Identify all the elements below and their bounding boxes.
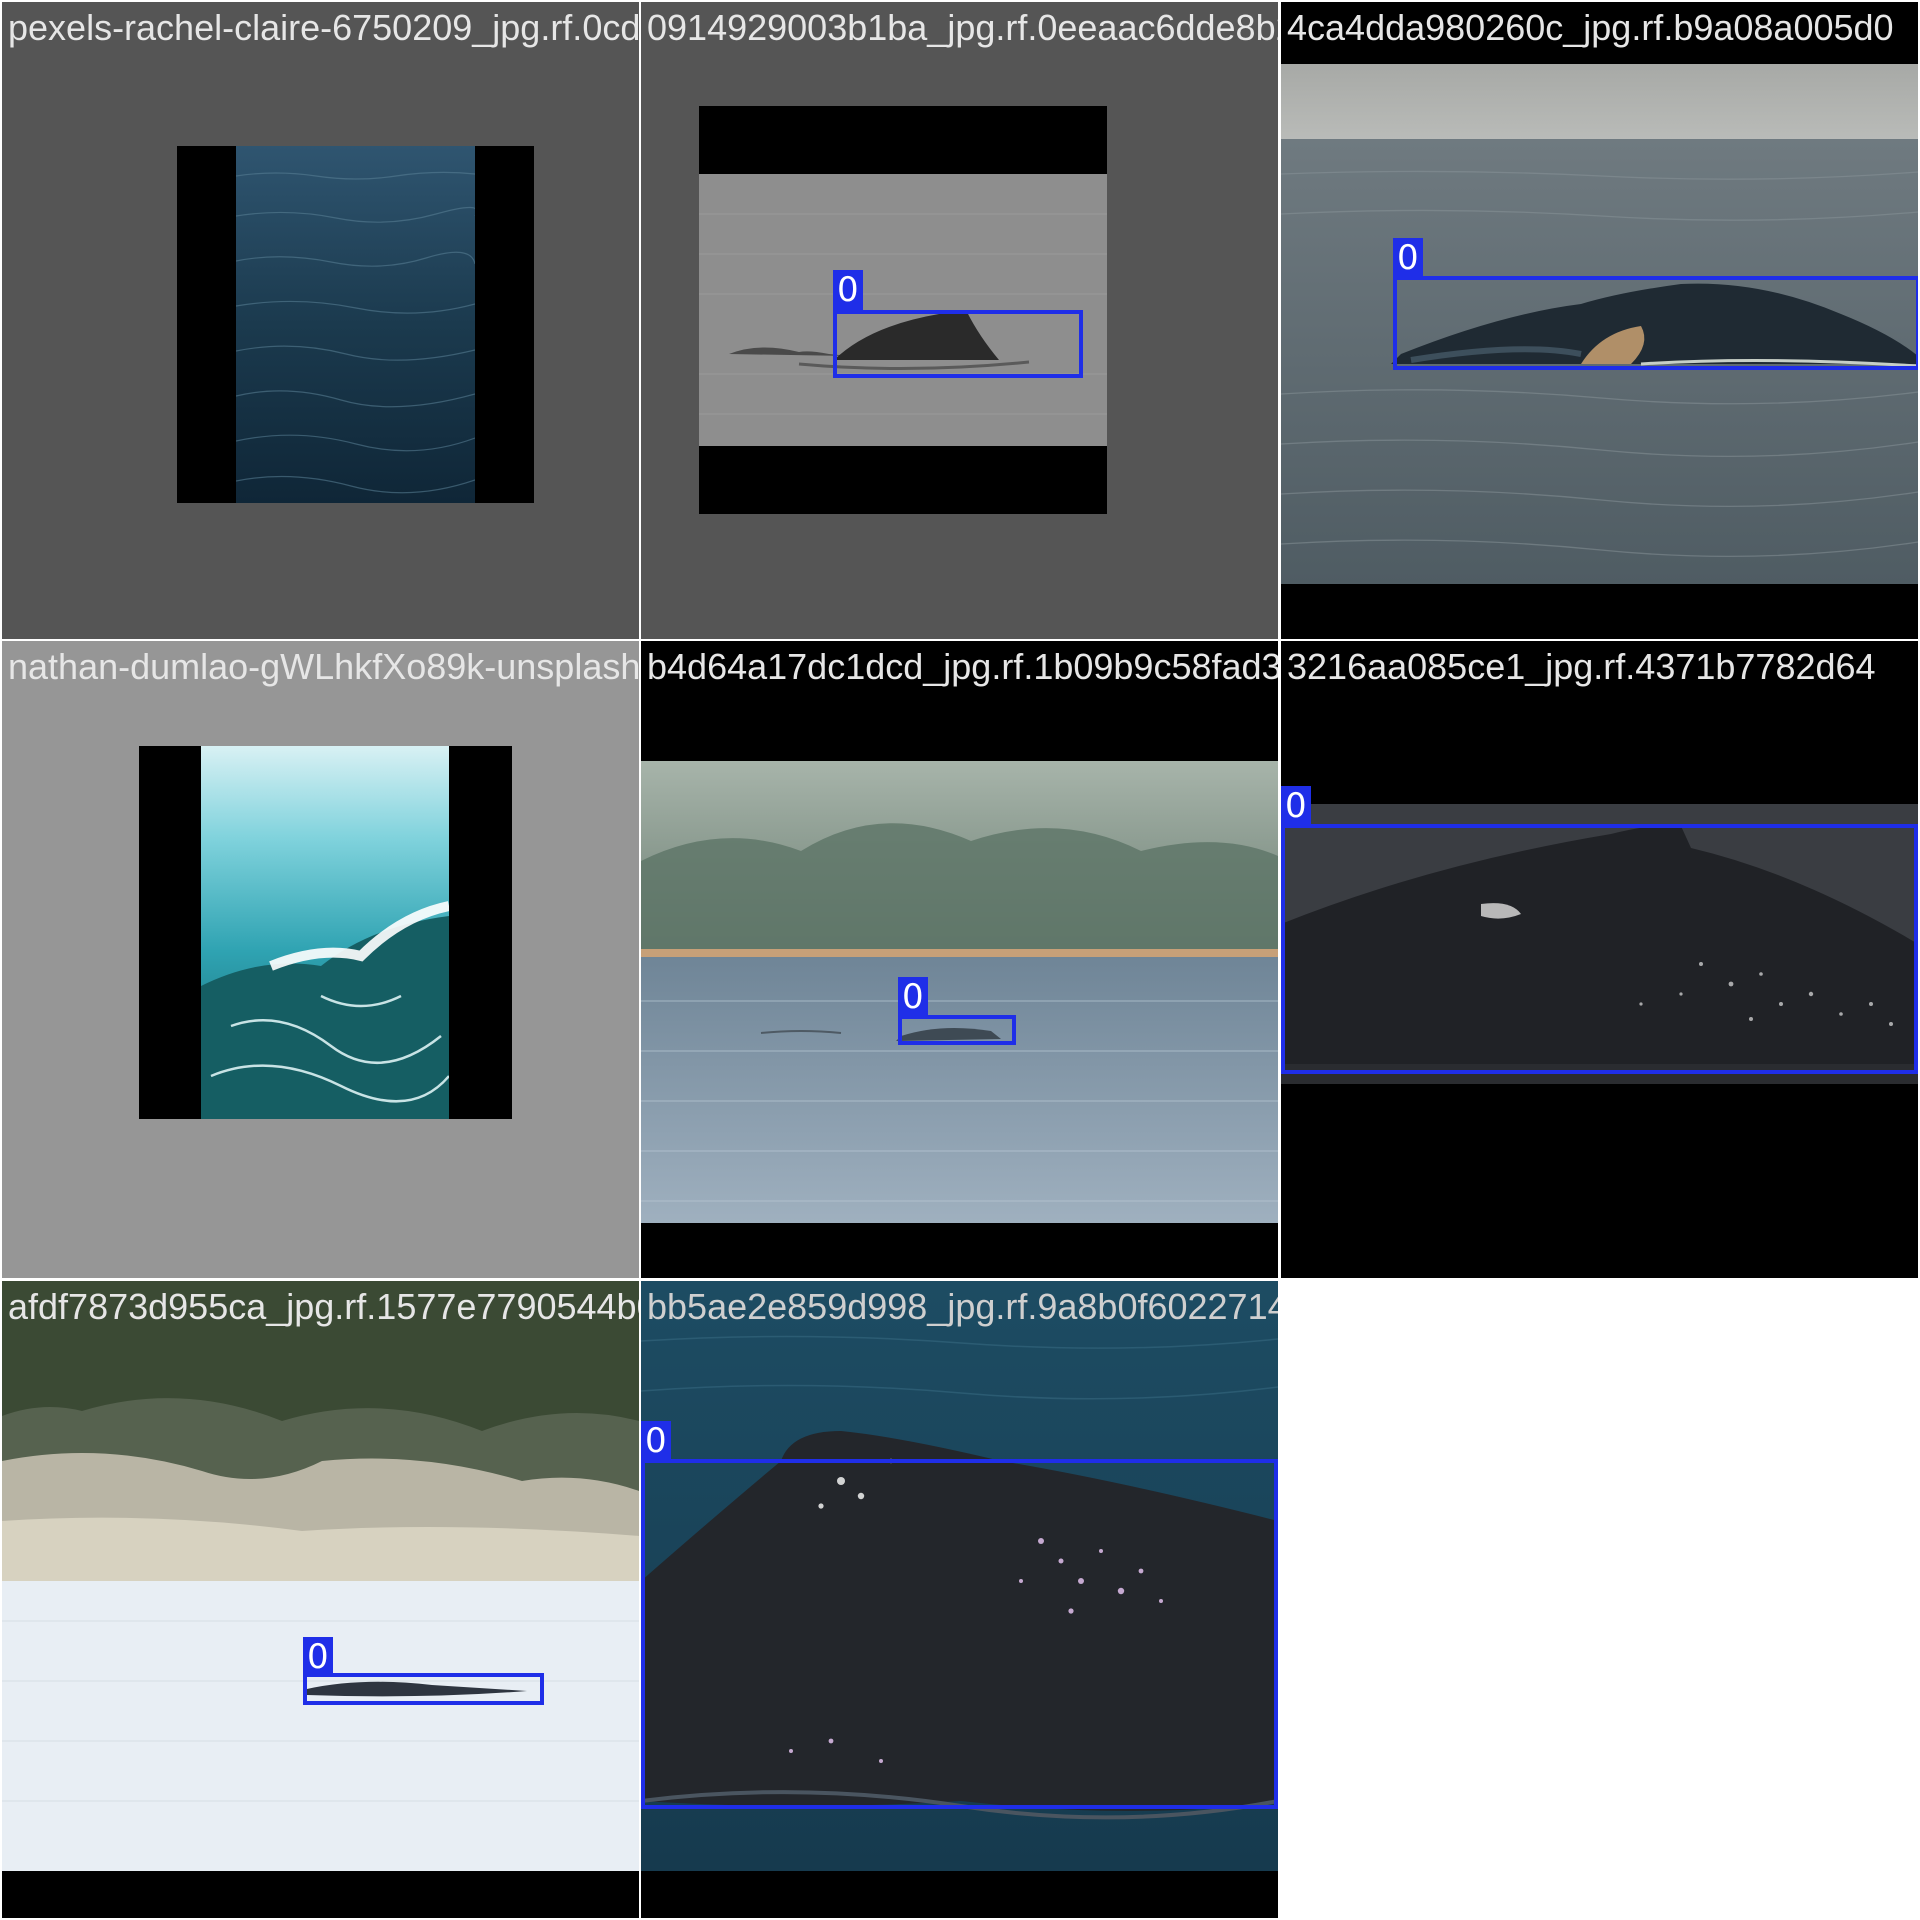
- detection-box: [1393, 276, 1918, 370]
- whale-photo: [2, 1281, 639, 1871]
- image-filename: 4ca4dda980260c_jpg.rf.b9a08a005d0: [1287, 7, 1894, 48]
- image-filename: bb5ae2e859d998_jpg.rf.9a8b0f60227140df41: [647, 1286, 1278, 1327]
- class-label: 0: [833, 270, 863, 310]
- wave-photo: [201, 746, 449, 1119]
- class-label: 0: [1281, 786, 1311, 826]
- class-label: 0: [303, 1637, 333, 1677]
- image-filename: b4d64a17dc1dcd_jpg.rf.1b09b9c58fad328bc6: [647, 646, 1278, 687]
- image-filename: pexels-rachel-claire-6750209_jpg.rf.0cda: [8, 7, 639, 48]
- class-label: 0: [1393, 238, 1423, 278]
- image-filename: 0914929003b1ba_jpg.rf.0eeaac6dde8b220569: [647, 7, 1278, 48]
- image-filename: 3216aa085ce1_jpg.rf.4371b7782d64: [1287, 646, 1876, 687]
- sea-photo: [236, 146, 475, 503]
- detection-box: [303, 1673, 544, 1705]
- detection-box: [833, 310, 1083, 378]
- mosaic-tile-7: 0 afdf7873d955ca_jpg.rf.1577e7790544b03f…: [2, 1281, 639, 1918]
- mosaic-tile-5: 0 b4d64a17dc1dcd_jpg.rf.1b09b9c58fad328b…: [641, 641, 1278, 1278]
- mosaic-tile-4: nathan-dumlao-gWLhkfXo89k-unsplash_jpg.: [2, 641, 639, 1278]
- detection-box: [898, 1015, 1016, 1045]
- mosaic-tile-8: 0 bb5ae2e859d998_jpg.rf.9a8b0f60227140df…: [641, 1281, 1278, 1918]
- mosaic-tile-1: pexels-rachel-claire-6750209_jpg.rf.0cda: [2, 2, 639, 639]
- image-filename: nathan-dumlao-gWLhkfXo89k-unsplash_jpg.: [8, 646, 639, 687]
- whale-photo: [641, 761, 1278, 1223]
- mosaic-tile-2: 0 0914929003b1ba_jpg.rf.0eeaac6dde8b2205…: [641, 2, 1278, 639]
- class-label: 0: [641, 1421, 671, 1461]
- detection-box: [641, 1459, 1278, 1809]
- mosaic-tile-6: 0 3216aa085ce1_jpg.rf.4371b7782d64: [1281, 641, 1918, 1278]
- detection-box: [1281, 824, 1918, 1074]
- class-label: 0: [898, 977, 928, 1017]
- mosaic-tile-3: 0 4ca4dda980260c_jpg.rf.b9a08a005d0: [1281, 2, 1918, 639]
- image-filename: afdf7873d955ca_jpg.rf.1577e7790544b03f9e…: [8, 1286, 639, 1327]
